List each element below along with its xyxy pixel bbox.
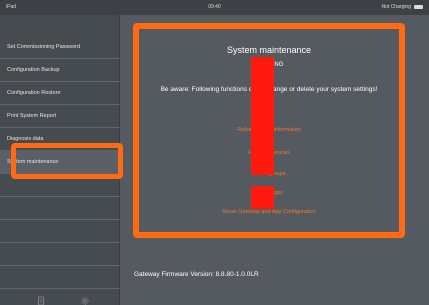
sidebar-item-diagnosis-data[interactable]: Diagnosis data (0, 128, 120, 151)
sidebar-item-label: Set Commissioning Password (7, 44, 81, 50)
sidebar-item-label: System maintenance (7, 159, 59, 165)
battery-icon (414, 5, 423, 9)
status-bar: iPad 09:40 Not Charging (0, 0, 429, 15)
sidebar-empty-row (0, 197, 120, 220)
sidebar-item-configuration-restore[interactable]: Configuration Restore (0, 82, 120, 105)
sidebar-empty-row (0, 243, 120, 266)
clock: 09:40 (208, 4, 221, 10)
sidebar-item-print-report[interactable]: Print System Report (0, 105, 120, 128)
sidebar-empty-row (0, 266, 120, 289)
sidebar-item-label: Diagnosis data (7, 136, 44, 142)
status-right: Not Charging (382, 4, 423, 10)
sidebar-item-label: Configuration Restore (7, 90, 61, 96)
firmware-version: Gateway Firmware Version: 8.8.80-1.0.0LR (134, 271, 259, 278)
sidebar-item-commissioning-password[interactable]: Set Commissioning Password (0, 36, 120, 59)
exclamation-icon (251, 57, 274, 175)
sidebar-empty-row (0, 220, 120, 243)
exclamation-dot-icon (251, 186, 274, 209)
sidebar: Set Commissioning Password Configuration… (0, 15, 120, 305)
panel-title: System maintenance (226, 45, 312, 55)
sidebar-empty-row (0, 174, 120, 197)
sidebar-item-configuration-backup[interactable]: Configuration Backup (0, 59, 120, 82)
sidebar-item-label: Print System Report (7, 113, 57, 119)
sidebar-item-system-maintenance[interactable]: System maintenance (0, 151, 120, 174)
gear-icon[interactable] (80, 293, 90, 305)
sidebar-item-label: Configuration Backup (7, 67, 60, 73)
charging-status: Not Charging (381, 4, 411, 10)
reset-gateway-button[interactable]: Reset Gateway and App Configuration (139, 209, 399, 215)
sidebar-tab-bar (0, 288, 120, 305)
document-icon[interactable] (36, 293, 46, 305)
